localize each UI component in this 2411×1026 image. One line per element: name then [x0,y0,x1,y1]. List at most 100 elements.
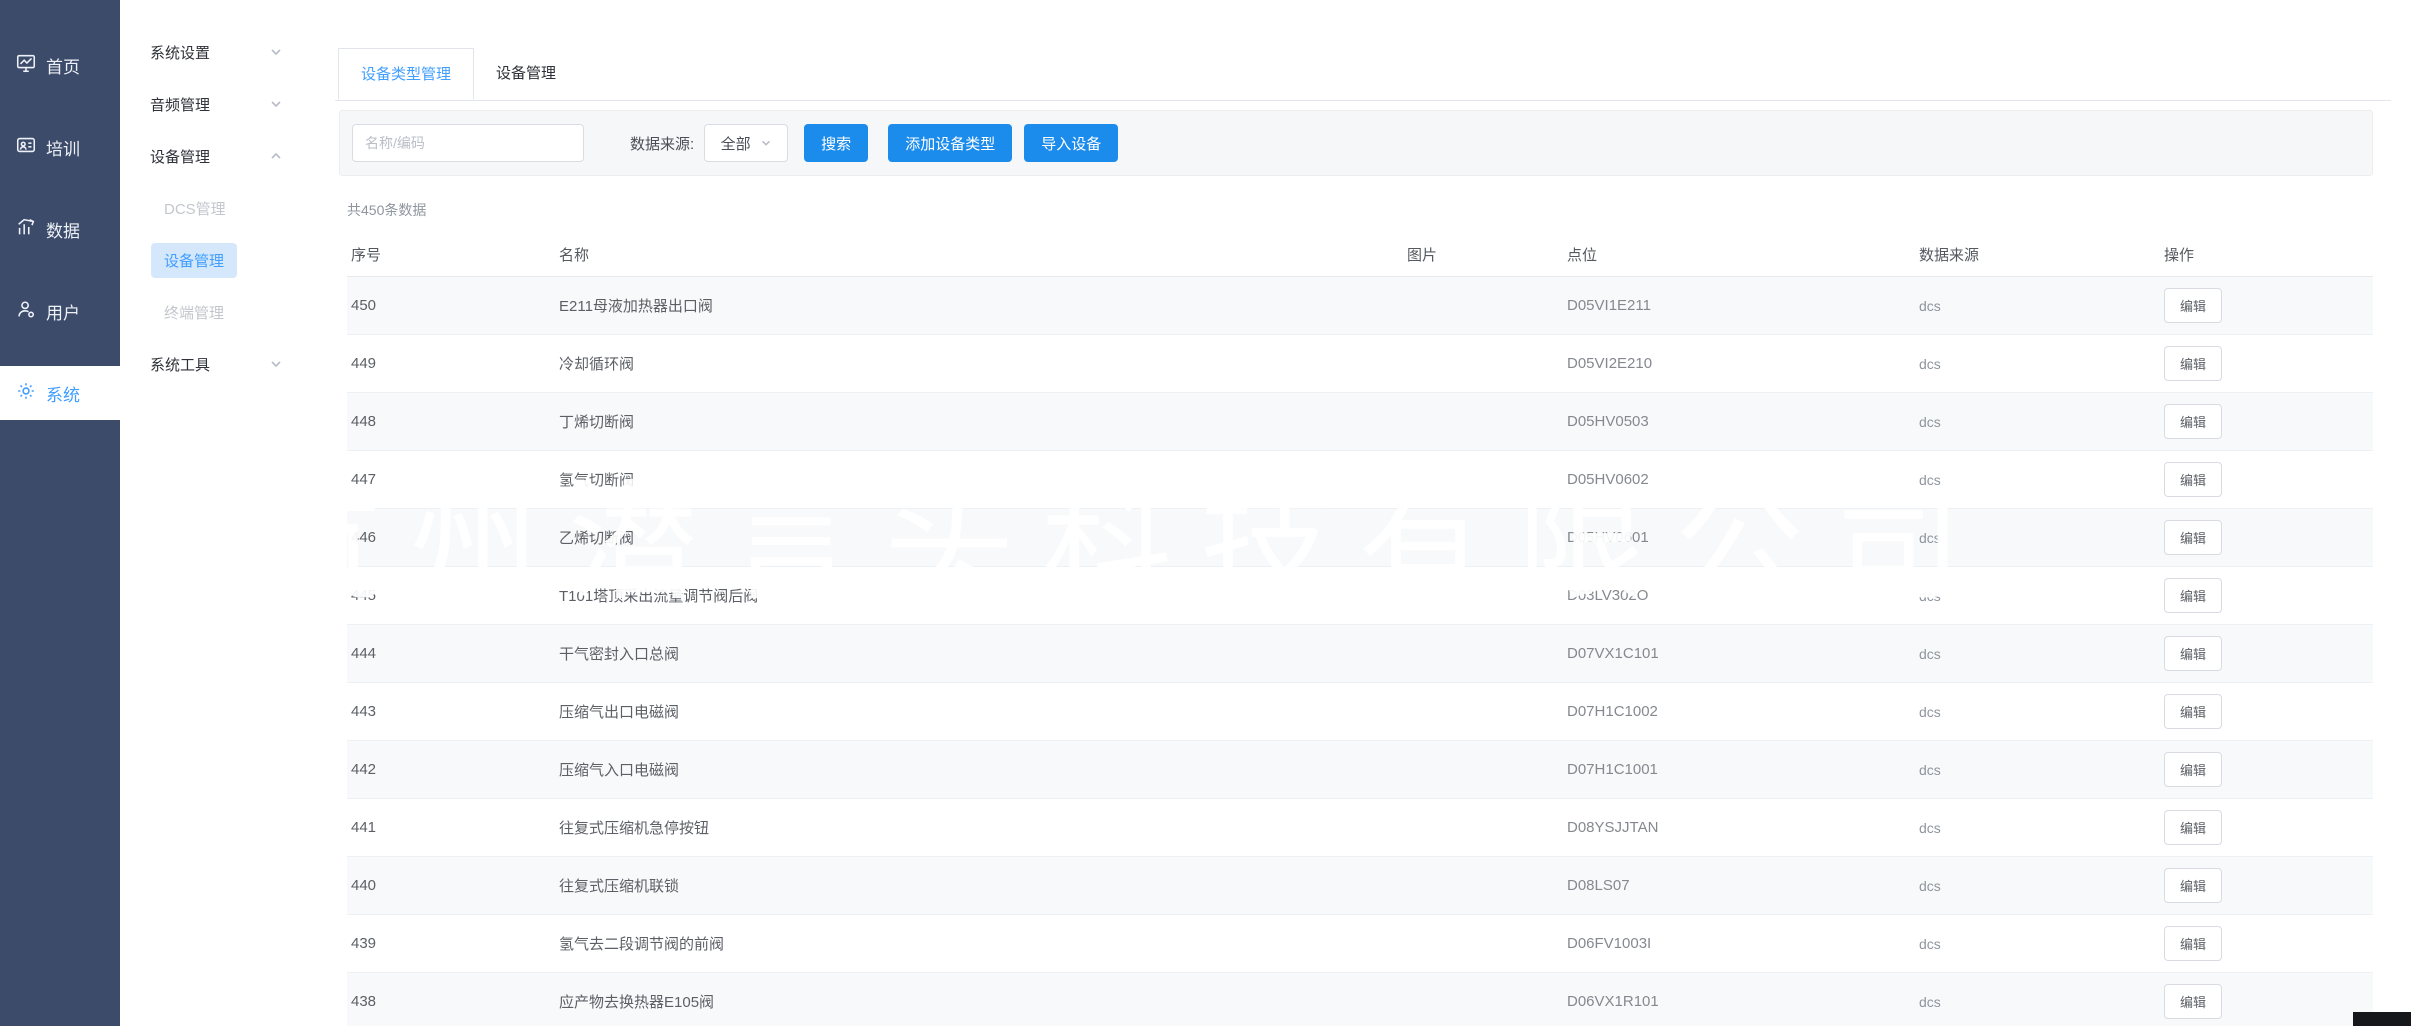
cell-source: dcs [1919,298,2164,314]
menu-group-device[interactable]: 设备管理 [120,130,335,182]
chevron-down-icon [269,45,283,59]
rail-item-data[interactable]: 数据 [0,202,120,256]
search-input[interactable] [352,124,584,162]
side-menu: 系统设置 音频管理 设备管理 DCS管理 设备管理 终端管理 系统工具 [120,0,335,1026]
cell-no: 441 [347,819,559,836]
training-icon [15,134,37,161]
rail-item-label: 用户 [46,299,80,324]
menu-group-label: 系统设置 [150,42,210,63]
table-row: 440 往复式压缩机联锁 D08LS07 dcs 编辑 [347,857,2373,915]
table-row: 446 乙烯切断阀 D05HV0601 dcs 编辑 [347,509,2373,567]
menu-item-dcs[interactable]: DCS管理 [120,182,335,234]
cell-source: dcs [1919,588,2164,604]
cell-point: D05HV0503 [1567,413,1919,430]
gear-icon [15,380,37,407]
cell-action: 编辑 [2164,636,2373,671]
edit-button[interactable]: 编辑 [2164,288,2222,323]
cell-no: 444 [347,645,559,662]
edit-button[interactable]: 编辑 [2164,752,2222,787]
cell-source: dcs [1919,472,2164,488]
record-count: 共450条数据 [347,200,2391,220]
cell-no: 446 [347,529,559,546]
chevron-up-icon [269,149,283,163]
cell-point: D05HV0602 [1567,471,1919,488]
rail-item-home[interactable]: 首页 [0,38,120,92]
cell-name: 氢气切断阀 [559,469,1407,490]
cell-point: D08LS07 [1567,877,1919,894]
edit-button[interactable]: 编辑 [2164,810,2222,845]
cell-source: dcs [1919,530,2164,546]
chevron-down-icon [269,97,283,111]
tab-device-management[interactable]: 设备管理 [474,48,578,100]
table-row: 445 T101塔顶采出流量调节阀后阀 D03LV302O dcs 编辑 [347,567,2373,625]
table-row: 450 E211母液加热器出口阀 D05VI1E211 dcs 编辑 [347,277,2373,335]
filter-bar: 数据来源: 全部 搜索 添加设备类型 导入设备 [339,110,2373,176]
cell-name: T101塔顶采出流量调节阀后阀 [559,585,1407,606]
cell-source: dcs [1919,936,2164,952]
menu-item-device-management[interactable]: 设备管理 [120,234,335,286]
rail-item-users[interactable]: 用户 [0,284,120,338]
data-source-label: 数据来源: [630,133,694,154]
table-row: 444 干气密封入口总阀 D07VX1C101 dcs 编辑 [347,625,2373,683]
cell-point: D05VI1E211 [1567,297,1919,314]
edit-button[interactable]: 编辑 [2164,636,2222,671]
select-value: 全部 [721,133,751,154]
menu-group-label: 设备管理 [150,146,210,167]
cell-action: 编辑 [2164,752,2373,787]
cell-action: 编辑 [2164,926,2373,961]
edit-button[interactable]: 编辑 [2164,520,2222,555]
cell-point: D07VX1C101 [1567,645,1919,662]
edit-button[interactable]: 编辑 [2164,926,2222,961]
cell-source: dcs [1919,414,2164,430]
cell-action: 编辑 [2164,810,2373,845]
menu-group-tools[interactable]: 系统工具 [120,338,335,390]
cell-name: 冷却循环阀 [559,353,1407,374]
cell-point: D06VX1R101 [1567,993,1919,1010]
menu-group-audio[interactable]: 音频管理 [120,78,335,130]
data-source-select[interactable]: 全部 [704,124,788,162]
edit-button[interactable]: 编辑 [2164,346,2222,381]
cell-name: E211母液加热器出口阀 [559,295,1407,316]
cell-action: 编辑 [2164,462,2373,497]
rail-item-system[interactable]: 系统 [0,366,120,420]
cell-action: 编辑 [2164,868,2373,903]
edit-button[interactable]: 编辑 [2164,462,2222,497]
table-row: 447 氢气切断阀 D05HV0602 dcs 编辑 [347,451,2373,509]
menu-item-terminal[interactable]: 终端管理 [120,286,335,338]
cell-source: dcs [1919,820,2164,836]
app-window: 首页 培训 数据 [0,0,2411,1026]
table-row: 442 压缩气入口电磁阀 D07H1C1001 dcs 编辑 [347,741,2373,799]
rail-item-label: 首页 [46,53,80,78]
edit-button[interactable]: 编辑 [2164,578,2222,613]
edit-button[interactable]: 编辑 [2164,868,2222,903]
menu-group-label: 系统工具 [150,354,210,375]
cell-no: 440 [347,877,559,894]
chevron-down-icon [760,137,772,149]
menu-group-system-settings[interactable]: 系统设置 [120,26,335,78]
table-row: 449 冷却循环阀 D05VI2E210 dcs 编辑 [347,335,2373,393]
cell-no: 448 [347,413,559,430]
import-device-button[interactable]: 导入设备 [1024,124,1118,162]
cell-point: D07H1C1002 [1567,703,1919,720]
add-device-type-button[interactable]: 添加设备类型 [888,124,1012,162]
search-button[interactable]: 搜索 [804,124,868,162]
table-row: 448 丁烯切断阀 D05HV0503 dcs 编辑 [347,393,2373,451]
table-body: 450 E211母液加热器出口阀 D05VI1E211 dcs 编辑 449 冷… [347,276,2373,1026]
table-row: 439 氢气去二段调节阀的前阀 D06FV1003I dcs 编辑 [347,915,2373,973]
cell-source: dcs [1919,356,2164,372]
cell-name: 往复式压缩机急停按钮 [559,817,1407,838]
edit-button[interactable]: 编辑 [2164,984,2222,1019]
device-table: 序号 名称 图片 点位 数据来源 操作 450 E211母液加热器出口阀 D05… [347,232,2373,1026]
left-rail: 首页 培训 数据 [0,0,120,1026]
rail-item-training[interactable]: 培训 [0,120,120,174]
cell-name: 往复式压缩机联锁 [559,875,1407,896]
cell-no: 450 [347,297,559,314]
menu-group-label: 音频管理 [150,94,210,115]
menu-item-label: DCS管理 [151,191,239,226]
cell-source: dcs [1919,994,2164,1010]
edit-button[interactable]: 编辑 [2164,404,2222,439]
edit-button[interactable]: 编辑 [2164,694,2222,729]
rail-item-label: 数据 [46,217,80,242]
tab-device-type-management[interactable]: 设备类型管理 [338,48,474,100]
rail-item-label: 培训 [46,135,80,160]
